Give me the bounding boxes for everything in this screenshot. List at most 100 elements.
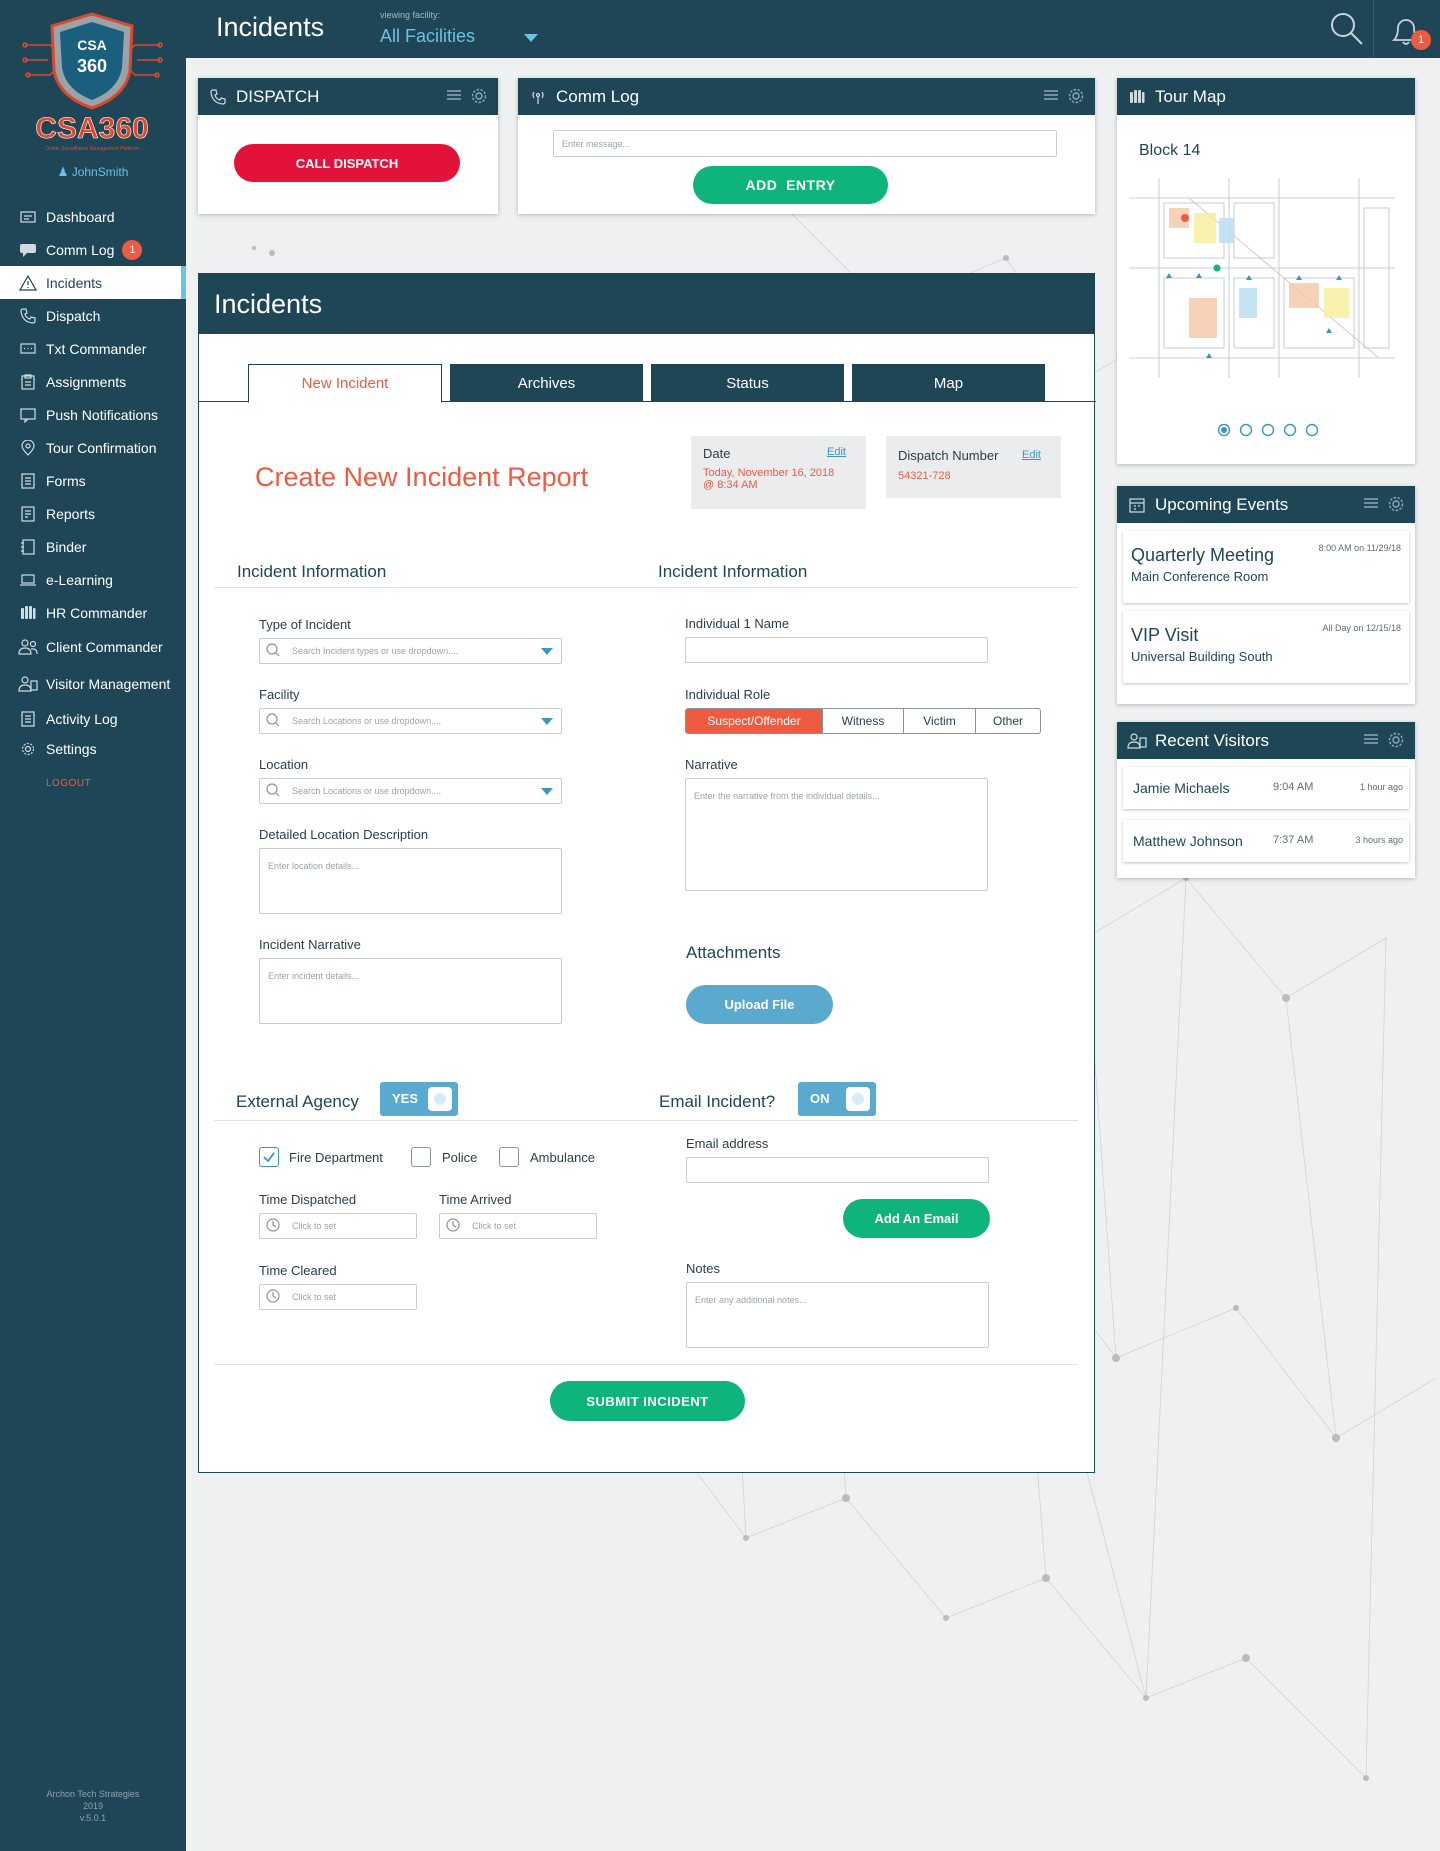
- fire-department-checkbox[interactable]: [259, 1147, 279, 1167]
- time-dispatched-input[interactable]: Click to set: [259, 1213, 417, 1239]
- comm-log-message-input[interactable]: Enter message...: [553, 130, 1057, 157]
- pagination-dot[interactable]: [1239, 423, 1253, 437]
- role-suspect-offender[interactable]: Suspect/Offender: [686, 709, 822, 733]
- sidebar-item-reports[interactable]: Reports: [0, 497, 186, 530]
- sidebar-item-settings[interactable]: Settings: [0, 735, 186, 763]
- dispatch-number-edit-link[interactable]: Edit: [1022, 449, 1041, 461]
- attachments-title: Attachments: [686, 943, 781, 962]
- visitor-item[interactable]: Jamie Michaels 9:04 AM 1 hour ago: [1123, 767, 1409, 809]
- sidebar-item-dispatch[interactable]: Dispatch: [0, 299, 186, 332]
- event-place: Universal Building South: [1131, 649, 1273, 664]
- menu-icon[interactable]: [1043, 87, 1059, 103]
- sidebar-item-txt-commander[interactable]: Txt Commander: [0, 332, 186, 365]
- dashboard-icon: [18, 207, 38, 227]
- logout-link[interactable]: LOGOUT: [46, 778, 91, 789]
- pagination-dot[interactable]: [1261, 423, 1275, 437]
- external-agency-toggle[interactable]: YES: [380, 1082, 458, 1116]
- divider: [214, 1364, 1078, 1365]
- sidebar-item-push-notifications[interactable]: Push Notifications: [0, 398, 186, 431]
- left-section-title: Incident Information: [237, 562, 387, 581]
- location-description-input[interactable]: Enter location details...: [259, 848, 562, 914]
- notes-label: Notes: [686, 1261, 720, 1276]
- call-dispatch-button[interactable]: CALL DISPATCH: [234, 144, 460, 182]
- sidebar-item-hr-commander[interactable]: HR Commander: [0, 596, 186, 629]
- chevron-down-icon[interactable]: [524, 34, 538, 42]
- time-arrived-placeholder: Click to set: [472, 1221, 517, 1231]
- time-arrived-label: Time Arrived: [439, 1192, 512, 1207]
- type-of-incident-select[interactable]: Search Incident types or use dropdown...…: [259, 638, 562, 664]
- upcoming-events-card: Upcoming Events Quarterly Meeting Main C…: [1117, 486, 1415, 704]
- gear-icon[interactable]: [470, 87, 488, 105]
- event-item[interactable]: Quarterly Meeting Main Conference Room 8…: [1123, 531, 1409, 603]
- floor-plan-map[interactable]: [1129, 178, 1395, 378]
- add-entry-button[interactable]: ADD ENTRY: [693, 166, 888, 204]
- sidebar-item-comm-log[interactable]: Comm Log 1: [0, 233, 186, 266]
- visitor-item[interactable]: Matthew Johnson 7:37 AM 3 hours ago: [1123, 820, 1409, 862]
- incident-narrative-label: Incident Narrative: [259, 937, 361, 952]
- sidebar-item-tour-confirmation[interactable]: Tour Confirmation: [0, 431, 186, 464]
- sidebar-item-e-learning[interactable]: e-Learning: [0, 563, 186, 596]
- role-other[interactable]: Other: [975, 709, 1040, 733]
- individual-role-selector: Suspect/Offender Witness Victim Other: [685, 708, 1041, 734]
- location-select[interactable]: Search Locations or use dropdown....: [259, 778, 562, 804]
- divider: [214, 587, 1078, 588]
- role-victim[interactable]: Victim: [903, 709, 975, 733]
- sidebar-item-client-commander[interactable]: Client Commander: [0, 629, 186, 665]
- tab-new-incident[interactable]: New Incident: [248, 364, 442, 403]
- facility-select[interactable]: All Facilities: [380, 26, 475, 47]
- tab-map[interactable]: Map: [852, 364, 1045, 402]
- date-edit-link[interactable]: Edit: [827, 446, 846, 458]
- menu-icon[interactable]: [1363, 495, 1379, 511]
- log-icon: [18, 709, 38, 729]
- police-checkbox[interactable]: [411, 1147, 431, 1167]
- chevron-down-icon[interactable]: [541, 788, 553, 795]
- gear-icon[interactable]: [1387, 731, 1405, 749]
- individual-name-input[interactable]: [685, 637, 988, 663]
- sidebar-item-activity-log[interactable]: Activity Log: [0, 703, 186, 735]
- submit-incident-button[interactable]: SUBMIT INCIDENT: [550, 1381, 745, 1421]
- svg-text:CSA360: CSA360: [35, 112, 148, 145]
- incident-narrative-input[interactable]: Enter incident details...: [259, 958, 562, 1024]
- dispatch-number-value: 54321-728: [898, 470, 951, 482]
- ambulance-checkbox[interactable]: [499, 1147, 519, 1167]
- visitor-name: Jamie Michaels: [1133, 780, 1230, 796]
- upload-file-button[interactable]: Upload File: [686, 985, 833, 1024]
- search-icon[interactable]: [1328, 10, 1364, 46]
- email-incident-toggle[interactable]: ON: [798, 1082, 876, 1116]
- tab-status[interactable]: Status: [651, 364, 844, 402]
- sidebar-item-visitor-management[interactable]: Visitor Management: [0, 665, 186, 703]
- sidebar-item-forms[interactable]: Forms: [0, 464, 186, 497]
- sidebar-item-incidents[interactable]: Incidents: [0, 266, 186, 299]
- notes-input[interactable]: Enter any additional notes...: [686, 1282, 989, 1348]
- tab-archives[interactable]: Archives: [450, 364, 643, 402]
- gear-icon[interactable]: [1067, 87, 1085, 105]
- current-user[interactable]: ♟ JohnSmith: [0, 165, 186, 179]
- menu-icon[interactable]: [446, 87, 462, 103]
- sidebar: 360 CSA CSA360 Onsite Surveillance Manag…: [0, 0, 186, 1851]
- sidebar-item-assignments[interactable]: Assignments: [0, 365, 186, 398]
- email-address-input[interactable]: [686, 1157, 989, 1183]
- sidebar-nav: Dashboard Comm Log 1 Incidents Dispatch …: [0, 200, 186, 763]
- role-witness[interactable]: Witness: [822, 709, 903, 733]
- phone-icon: [18, 306, 38, 326]
- chevron-down-icon[interactable]: [541, 718, 553, 725]
- sidebar-item-dashboard[interactable]: Dashboard: [0, 200, 186, 233]
- svg-text:CSA: CSA: [77, 37, 107, 53]
- sidebar-item-binder[interactable]: Binder: [0, 530, 186, 563]
- chevron-down-icon[interactable]: [541, 648, 553, 655]
- add-email-button[interactable]: Add An Email: [843, 1199, 990, 1238]
- gear-icon[interactable]: [1387, 495, 1405, 513]
- sidebar-item-label: e-Learning: [46, 571, 113, 588]
- event-item[interactable]: VIP Visit Universal Building South All D…: [1123, 611, 1409, 683]
- menu-icon[interactable]: [1363, 731, 1379, 747]
- pagination-dot[interactable]: [1283, 423, 1297, 437]
- pagination-dot[interactable]: [1305, 423, 1319, 437]
- visitor-icon: [18, 674, 38, 694]
- pagination-dot-active[interactable]: [1217, 423, 1231, 437]
- time-arrived-input[interactable]: Click to set: [439, 1213, 597, 1239]
- tour-map-card: Tour Map Block 14: [1117, 78, 1415, 464]
- time-cleared-input[interactable]: Click to set: [259, 1284, 417, 1310]
- facility-select[interactable]: Search Locations or use dropdown....: [259, 708, 562, 734]
- narrative-input[interactable]: Enter the narrative from the individual …: [685, 778, 988, 891]
- chat-icon: [18, 240, 38, 260]
